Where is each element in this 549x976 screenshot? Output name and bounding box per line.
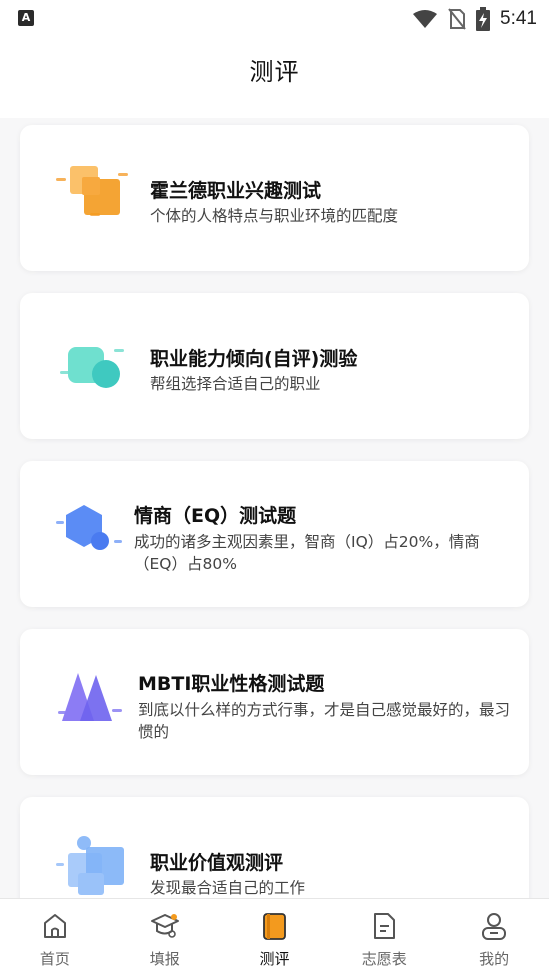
card-values-test[interactable]: 职业价值观测评 发现最合适自己的工作 xyxy=(20,797,529,898)
document-icon xyxy=(374,913,396,939)
card-title: 霍兰德职业兴趣测试 xyxy=(150,180,322,202)
card-title: 情商（EQ）测试题 xyxy=(134,505,297,527)
blue-puzzle-icon xyxy=(56,836,124,895)
card-desc: 个体的人格特点与职业环境的匹配度 xyxy=(150,207,399,225)
purple-mountain-icon xyxy=(58,673,122,721)
clock: 5:41 xyxy=(500,8,537,29)
tab-label: 志愿表 xyxy=(361,950,407,968)
card-title: 职业能力倾向(自评)测验 xyxy=(150,348,358,370)
card-mbti-test[interactable]: MBTI职业性格测试题 到底以什么样的方式行事，才是自己感觉最好的，最习惯的 xyxy=(20,629,529,775)
home-icon xyxy=(43,914,66,938)
tab-home[interactable]: 首页 xyxy=(0,899,110,976)
tab-application-form[interactable]: 志愿表 xyxy=(329,899,439,976)
card-title: MBTI职业性格测试题 xyxy=(138,673,325,695)
battery-charging-icon xyxy=(476,7,491,31)
status-icons: 5:41 xyxy=(412,6,537,32)
card-holland-test[interactable]: 霍兰德职业兴趣测试 个体的人格特点与职业环境的匹配度 xyxy=(20,125,529,271)
bottom-tab-bar: 首页 填报 测评 志愿表 我的 xyxy=(0,898,549,976)
assessment-list: 霍兰德职业兴趣测试 个体的人格特点与职业环境的匹配度 职业能力倾向(自评)测验 … xyxy=(0,118,549,898)
card-desc: 到底以什么样的方式行事，才是自己感觉最好的，最习惯的 xyxy=(138,701,511,741)
tab-fill[interactable]: 填报 xyxy=(110,899,220,976)
notebook-icon xyxy=(263,913,287,940)
status-bar: A 5:41 xyxy=(0,0,549,38)
profile-icon xyxy=(482,913,507,940)
tab-label: 我的 xyxy=(479,950,510,968)
card-aptitude-test[interactable]: 职业能力倾向(自评)测验 帮组选择合适自己的职业 xyxy=(20,293,529,439)
orange-squares-icon xyxy=(56,166,128,216)
graduation-cap-icon xyxy=(150,914,179,938)
tab-assessment[interactable]: 测评 xyxy=(220,899,330,976)
card-eq-test[interactable]: 情商（EQ）测试题 成功的诸多主观因素里，智商（IQ）占20%，情商（EQ）占8… xyxy=(20,461,529,607)
tab-label: 填报 xyxy=(149,950,180,968)
page-title: 测评 xyxy=(249,58,300,86)
app-notification-icon: A xyxy=(18,10,34,26)
wifi-icon xyxy=(413,10,438,28)
tab-label: 测评 xyxy=(259,950,290,968)
tab-profile[interactable]: 我的 xyxy=(439,899,549,976)
blue-hexagon-icon xyxy=(56,505,122,550)
teal-blocks-icon xyxy=(60,347,124,388)
tab-label: 首页 xyxy=(39,950,70,968)
card-desc: 发现最合适自己的工作 xyxy=(150,879,306,897)
card-title: 职业价值观测评 xyxy=(150,852,284,874)
no-sim-icon xyxy=(448,8,466,30)
card-desc: 成功的诸多主观因素里，智商（IQ）占20%，情商（EQ）占80% xyxy=(134,533,480,573)
card-desc: 帮组选择合适自己的职业 xyxy=(150,375,321,393)
